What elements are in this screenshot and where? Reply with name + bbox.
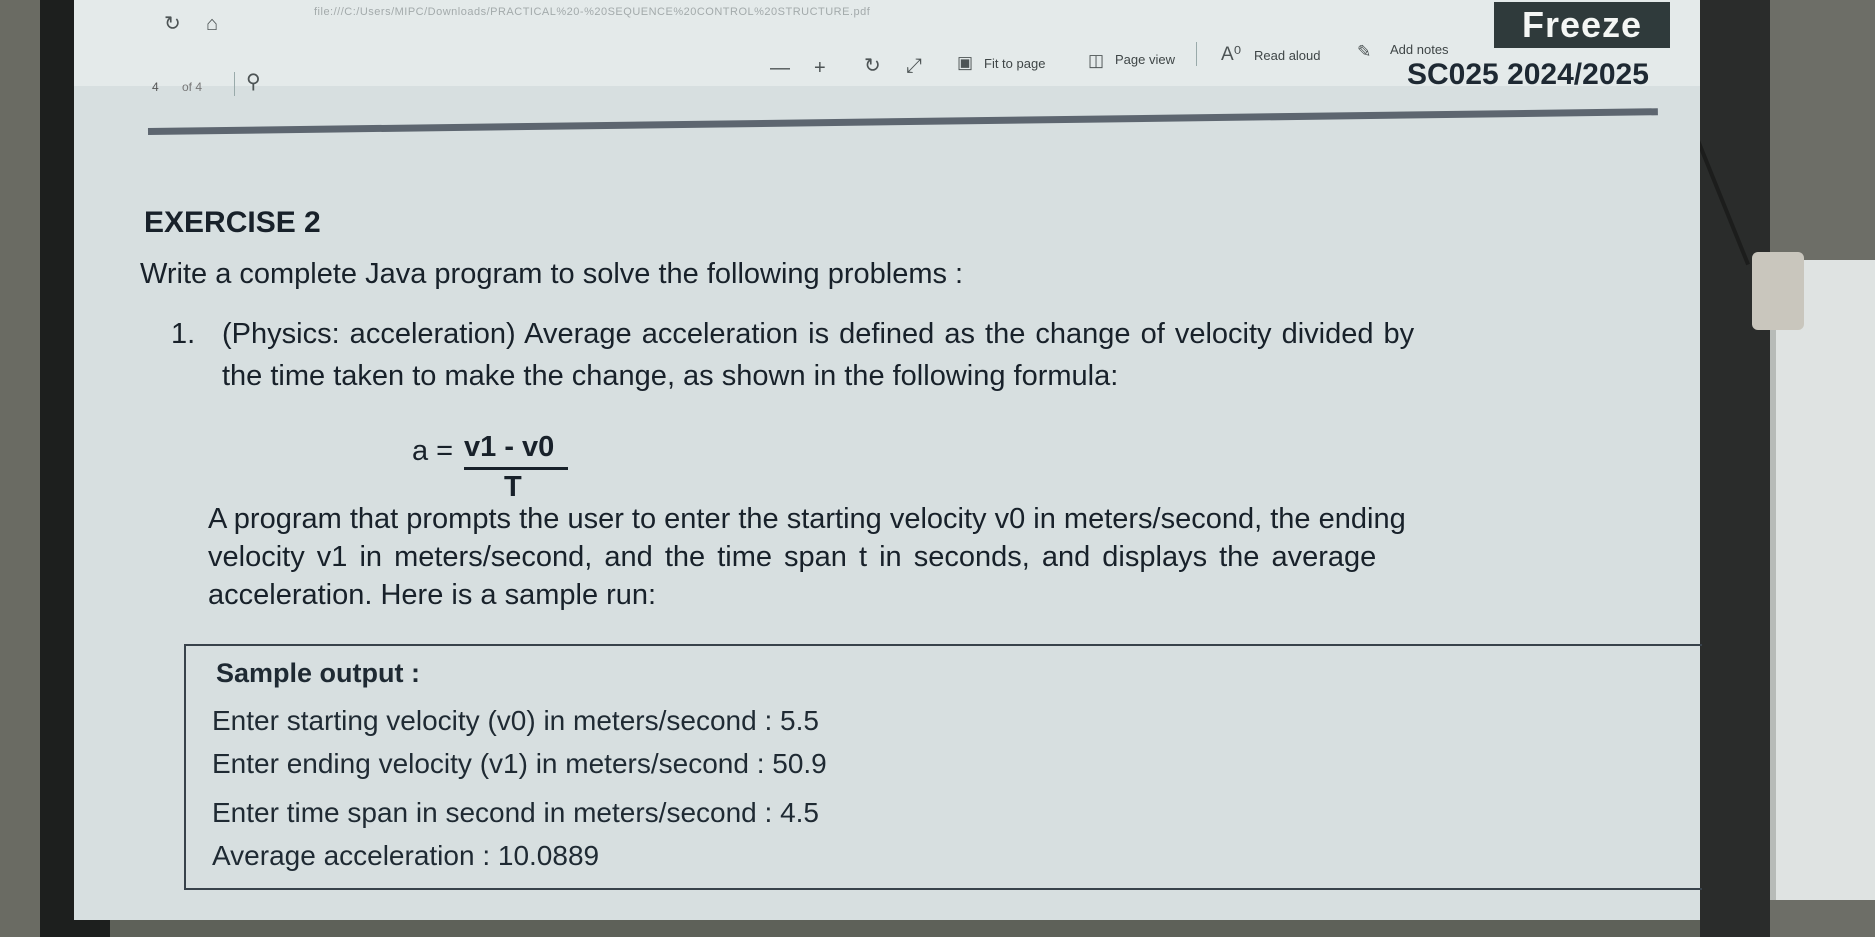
sample-output-line: Enter time span in second in meters/seco… <box>212 797 819 828</box>
wall-left <box>0 0 40 937</box>
toolbar-divider <box>1196 42 1197 66</box>
formula-lhs: a = <box>412 435 454 467</box>
formula-denominator: T <box>504 471 522 503</box>
exercise-intro: Write a complete Java program to solve t… <box>140 258 964 290</box>
paragraph-line-1: A program that prompts the user to enter… <box>208 503 1406 535</box>
read-aloud-button[interactable]: Read aloud <box>1254 48 1321 63</box>
header-rule <box>147 108 1658 135</box>
rotate-icon[interactable]: ↻ <box>864 56 881 76</box>
screen-bezel-right <box>1700 0 1770 937</box>
refresh-icon[interactable]: ↻ <box>164 14 181 34</box>
sample-output-title: Sample output : <box>216 658 420 688</box>
fit-to-page-icon: ▣ <box>957 53 974 72</box>
zoom-in-icon[interactable]: + <box>814 58 826 78</box>
pdf-viewer-screen: file:///C:/Users/MIPC/Downloads/PRACTICA… <box>74 0 1702 920</box>
sample-output-line: Average acceleration : 10.0889 <box>212 840 600 871</box>
paragraph-line-3: acceleration. Here is a sample run: <box>208 579 657 611</box>
wall-switch <box>1752 252 1804 330</box>
freeze-button[interactable]: Freeze <box>1494 2 1670 48</box>
sample-output-line: Enter starting velocity (v0) in meters/s… <box>212 705 819 736</box>
course-header: SC025 2024/2025 <box>1407 58 1649 91</box>
page-total: of 4 <box>182 80 203 94</box>
question-text-line-1: (Physics: acceleration) Average accelera… <box>222 318 1415 350</box>
page-view-icon: ◫ <box>1088 51 1105 70</box>
expand-icon[interactable]: ⤢ <box>906 56 922 76</box>
question-text-line-2: the time taken to make the change, as sh… <box>222 360 1119 392</box>
formula-numerator: v1 - v0 <box>464 431 555 463</box>
sample-output-line: Enter ending velocity (v1) in meters/sec… <box>212 748 827 779</box>
address-bar[interactable]: file:///C:/Users/MIPC/Downloads/PRACTICA… <box>314 6 870 18</box>
pen-icon: ✎ <box>1357 42 1372 61</box>
read-aloud-icon: A⁰ <box>1221 44 1242 65</box>
fraction-bar <box>464 467 568 470</box>
zoom-out-icon[interactable]: — <box>770 58 790 78</box>
add-notes-button[interactable]: Add notes <box>1390 42 1449 57</box>
toolbar-divider <box>234 72 235 96</box>
whiteboard <box>1770 260 1875 900</box>
page-view-button[interactable]: Page view <box>1115 52 1175 67</box>
question-number: 1. <box>171 318 196 350</box>
page-number-field[interactable]: 4 <box>152 80 159 94</box>
fit-to-page-button[interactable]: Fit to page <box>984 56 1045 71</box>
search-icon[interactable]: ⚲ <box>246 72 261 92</box>
exercise-heading: EXERCISE 2 <box>144 206 321 239</box>
paragraph-line-2: velocity v1 in meters/second, and the ti… <box>208 541 1377 573</box>
home-icon[interactable]: ⌂ <box>206 14 218 34</box>
